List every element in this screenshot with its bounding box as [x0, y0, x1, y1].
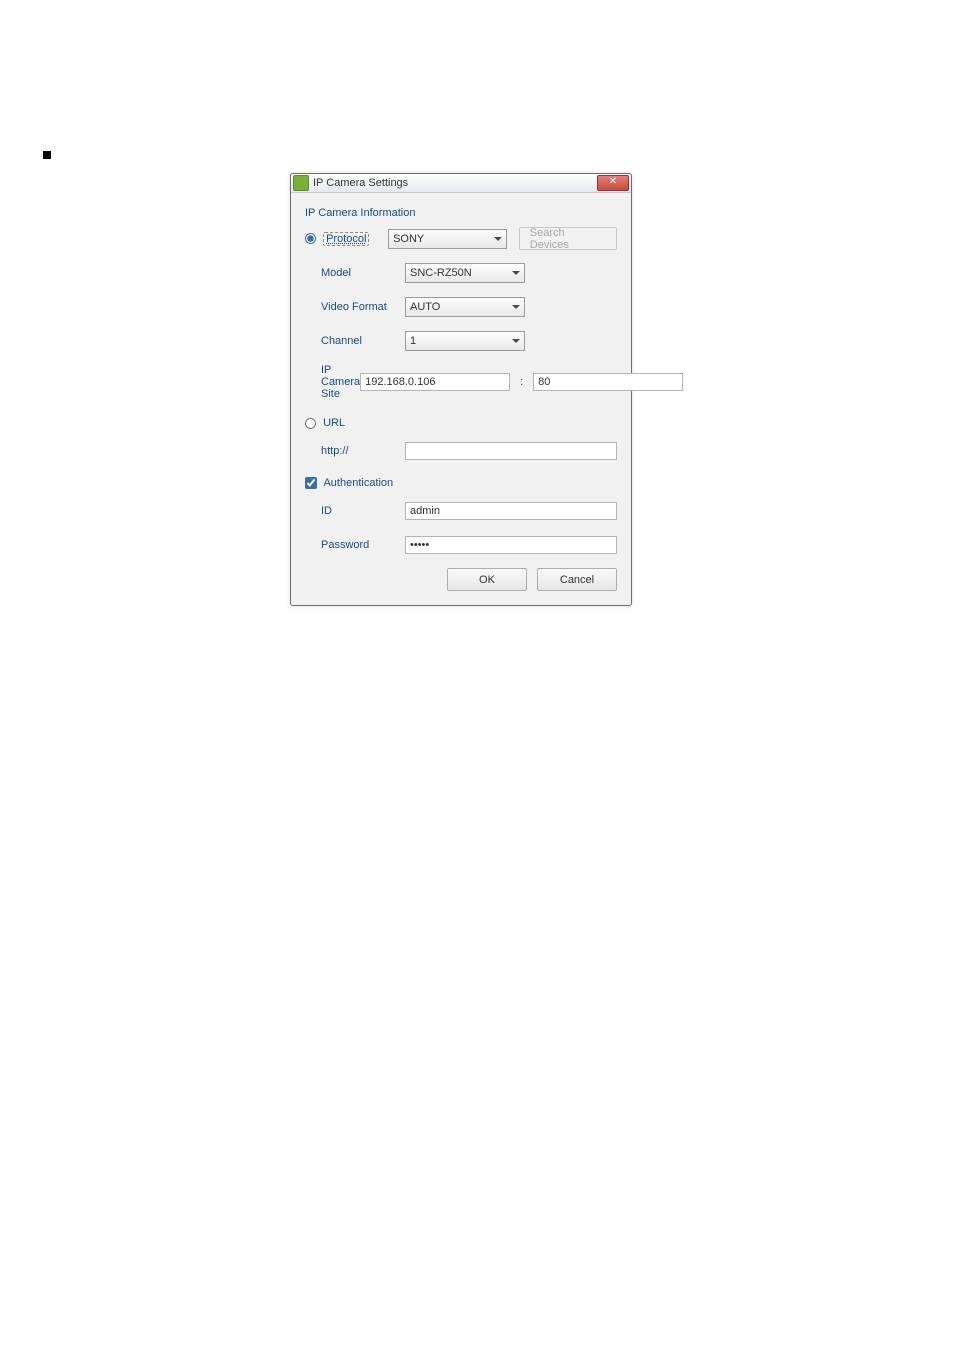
dialog-title: IP Camera Settings [313, 177, 597, 189]
id-label: ID [305, 505, 405, 517]
password-input[interactable] [405, 536, 617, 554]
video-format-select[interactable]: AUTO [405, 297, 525, 317]
url-input[interactable] [405, 442, 617, 460]
ip-camera-settings-dialog: IP Camera Settings ✕ IP Camera Informati… [290, 173, 632, 606]
chevron-down-icon [512, 305, 520, 309]
video-format-value: AUTO [410, 301, 440, 313]
ip-camera-site-label: IP Camera Site [305, 364, 360, 400]
channel-value: 1 [410, 335, 416, 347]
url-radio[interactable] [305, 418, 316, 429]
password-label: Password [305, 539, 405, 551]
port-separator: : [520, 376, 523, 388]
search-devices-button[interactable]: Search Devices [519, 227, 617, 250]
url-radio-row: URL [305, 412, 617, 434]
ok-button[interactable]: OK [447, 568, 527, 591]
protocol-select[interactable]: SONY [388, 229, 507, 249]
app-icon [293, 175, 309, 191]
authentication-checkbox[interactable] [305, 477, 317, 489]
channel-row: Channel 1 [305, 330, 617, 352]
chevron-down-icon [494, 237, 502, 241]
id-row: ID [305, 500, 617, 522]
search-devices-label: Search Devices [530, 227, 606, 251]
cancel-button[interactable]: Cancel [537, 568, 617, 591]
ip-camera-site-row: IP Camera Site : [305, 364, 617, 400]
authentication-label: Authentication [323, 477, 393, 489]
model-row: Model SNC-RZ50N [305, 262, 617, 284]
section-label: IP Camera Information [305, 207, 617, 219]
url-label: URL [323, 417, 345, 429]
authentication-row: Authentication [305, 472, 617, 494]
url-input-row: http:// [305, 440, 617, 462]
protocol-row: Protocol SONY Search Devices [305, 227, 617, 250]
password-row: Password [305, 534, 617, 556]
video-format-row: Video Format AUTO [305, 296, 617, 318]
close-button[interactable]: ✕ [597, 175, 629, 191]
video-format-label: Video Format [305, 301, 405, 313]
close-icon: ✕ [609, 176, 617, 187]
url-prefix-label: http:// [305, 445, 405, 457]
dialog-button-row: OK Cancel [305, 568, 617, 591]
model-value: SNC-RZ50N [410, 267, 472, 279]
ip-input[interactable] [360, 373, 510, 391]
cancel-label: Cancel [560, 574, 594, 586]
id-input[interactable] [405, 502, 617, 520]
titlebar: IP Camera Settings ✕ [291, 174, 631, 193]
chevron-down-icon [512, 339, 520, 343]
port-input[interactable] [533, 373, 683, 391]
protocol-radio[interactable] [305, 233, 316, 244]
bullet-square [43, 151, 51, 159]
model-label: Model [305, 267, 405, 279]
channel-label: Channel [305, 335, 405, 347]
channel-select[interactable]: 1 [405, 331, 525, 351]
protocol-label: Protocol [323, 232, 369, 246]
protocol-value: SONY [393, 233, 424, 245]
model-select[interactable]: SNC-RZ50N [405, 263, 525, 283]
chevron-down-icon [512, 271, 520, 275]
ok-label: OK [479, 574, 495, 586]
